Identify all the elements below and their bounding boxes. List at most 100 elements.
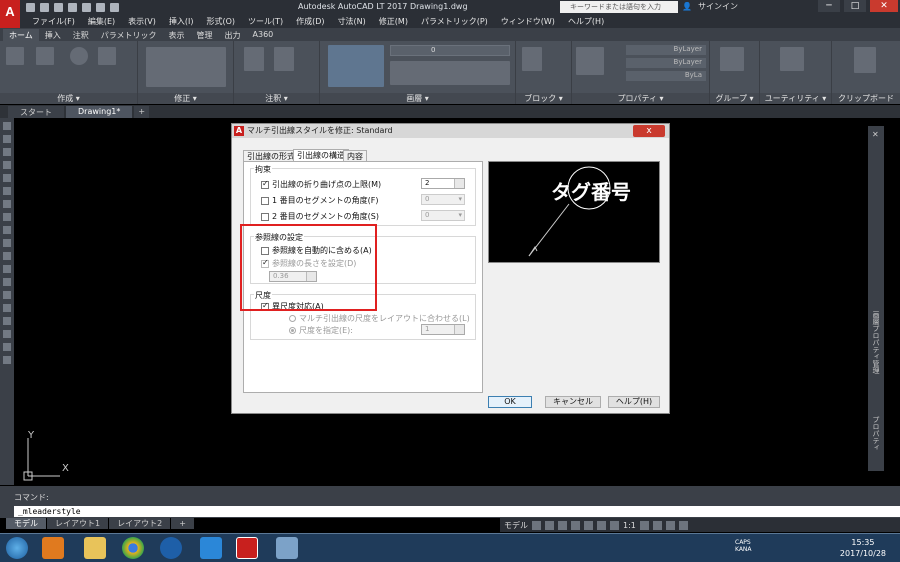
command-input[interactable]: _mleaderstyle xyxy=(14,506,900,517)
menu-help[interactable]: ヘルプ(H) xyxy=(568,16,604,27)
menu-insert[interactable]: 挿入(I) xyxy=(169,16,194,27)
lineweight-dropdown[interactable]: ByLa xyxy=(626,71,706,81)
gradient-icon[interactable] xyxy=(3,291,11,299)
lineweight-icon[interactable] xyxy=(597,520,606,530)
table-icon[interactable] xyxy=(3,317,11,325)
save-as-icon[interactable] xyxy=(68,2,77,12)
text-icon[interactable] xyxy=(3,343,11,351)
polyline-icon[interactable] xyxy=(36,47,54,65)
tab-start[interactable]: スタート xyxy=(8,106,64,118)
maximize-button[interactable]: □ xyxy=(844,0,866,12)
layer-properties-palette-label[interactable]: 画層プロパティ管理 xyxy=(871,311,881,374)
tab-view[interactable]: 表示 xyxy=(163,29,191,41)
draw-polyline-icon[interactable] xyxy=(3,148,11,156)
max-points-checkbox[interactable] xyxy=(261,179,269,189)
draw-xline-icon[interactable] xyxy=(3,135,11,143)
panel-utilities-label[interactable]: ユーティリティ ▾ xyxy=(760,93,831,104)
menu-dimension[interactable]: 寸法(N) xyxy=(338,16,366,27)
draw-cloud-icon[interactable] xyxy=(3,213,11,221)
draw-spline-icon[interactable] xyxy=(3,226,11,234)
panel-draw-label[interactable]: 作成 ▾ xyxy=(0,93,137,104)
menu-tools[interactable]: ツール(T) xyxy=(248,16,283,27)
menu-modify[interactable]: 修正(M) xyxy=(379,16,408,27)
minimize-button[interactable]: ─ xyxy=(818,0,840,12)
annotation-scale[interactable]: 1:1 xyxy=(623,521,636,530)
first-angle-dropdown[interactable]: 0 xyxy=(421,194,465,205)
print-icon[interactable] xyxy=(82,2,91,12)
second-angle-checkbox[interactable] xyxy=(261,212,269,221)
app-logo[interactable]: A xyxy=(0,0,20,28)
second-angle-dropdown[interactable]: 0 xyxy=(421,210,465,221)
help-button[interactable]: ヘルプ(H) xyxy=(608,396,660,408)
arc-icon[interactable] xyxy=(98,47,116,65)
osnap-icon[interactable] xyxy=(584,520,593,530)
menu-parametric[interactable]: パラメトリック(P) xyxy=(421,16,488,27)
panel-properties-label[interactable]: プロパティ ▾ xyxy=(572,93,709,104)
measure-icon[interactable] xyxy=(780,47,804,71)
circle-icon[interactable] xyxy=(70,47,88,65)
undo-icon[interactable] xyxy=(96,2,105,12)
ok-button[interactable]: OK xyxy=(488,396,532,408)
draw-arc-icon[interactable] xyxy=(3,187,11,195)
paint-icon[interactable] xyxy=(276,537,298,559)
tab-annotate[interactable]: 注釈 xyxy=(67,29,95,41)
panel-group-label[interactable]: グループ ▾ xyxy=(710,93,759,104)
media-player-icon[interactable] xyxy=(42,537,64,559)
linetype-dropdown[interactable]: ByLayer xyxy=(626,58,706,68)
fullscreen-icon[interactable] xyxy=(665,520,675,530)
internet-explorer-icon[interactable] xyxy=(200,537,222,559)
new-tab-button[interactable]: + xyxy=(134,106,150,118)
layer-dropdown[interactable]: 0 xyxy=(390,45,510,56)
workspace-gear-icon[interactable] xyxy=(639,520,649,530)
search-input[interactable]: キーワードまたは語句を入力 xyxy=(560,1,678,13)
explorer-icon[interactable] xyxy=(84,537,106,559)
region-icon[interactable] xyxy=(3,304,11,312)
menu-view[interactable]: 表示(V) xyxy=(128,16,156,27)
add-layout-button[interactable]: + xyxy=(171,518,194,529)
color-dropdown[interactable]: ByLayer xyxy=(626,45,706,55)
annotation-visibility-icon[interactable] xyxy=(610,520,619,530)
signin[interactable]: 👤 サインイン xyxy=(682,1,738,12)
tab-parametric[interactable]: パラメトリック xyxy=(95,29,163,41)
scale-to-layout-radio[interactable] xyxy=(289,315,296,322)
tab-drawing1[interactable]: Drawing1* xyxy=(66,106,133,118)
snap-icon[interactable] xyxy=(545,520,554,530)
panel-layers-label[interactable]: 画層 ▾ xyxy=(320,93,515,104)
insert-block-icon[interactable] xyxy=(522,47,542,71)
system-clock[interactable]: 15:35 2017/10/28 xyxy=(840,537,886,559)
first-angle-checkbox[interactable] xyxy=(261,196,269,205)
thunderbird-icon[interactable] xyxy=(160,537,182,559)
polar-icon[interactable] xyxy=(571,520,580,530)
isolate-icon[interactable] xyxy=(652,520,662,530)
draw-circle-icon[interactable] xyxy=(3,200,11,208)
panel-annotation-label[interactable]: 注釈 ▾ xyxy=(234,93,319,104)
autocad-taskbar-icon[interactable] xyxy=(236,537,258,559)
tab-a360[interactable]: A360 xyxy=(247,29,280,41)
panel-clipboard-label[interactable]: クリップボード xyxy=(832,93,900,104)
line-icon[interactable] xyxy=(6,47,24,65)
menu-file[interactable]: ファイル(F) xyxy=(32,16,75,27)
grid-icon[interactable] xyxy=(532,520,541,530)
ime-status[interactable]: CAPS KANA xyxy=(735,539,752,553)
group-icon[interactable] xyxy=(720,47,744,71)
menu-window[interactable]: ウィンドウ(W) xyxy=(501,16,555,27)
tab-insert[interactable]: 挿入 xyxy=(39,29,67,41)
close-button[interactable]: ✕ xyxy=(870,0,898,12)
scale-spinner[interactable]: 1 xyxy=(421,324,465,335)
dimension-icon[interactable] xyxy=(274,47,294,71)
specify-scale-radio[interactable] xyxy=(289,327,296,334)
panel-block-label[interactable]: ブロック ▾ xyxy=(516,93,571,104)
text-icon[interactable] xyxy=(244,47,264,71)
dialog-close-button[interactable]: x xyxy=(633,125,665,137)
ortho-icon[interactable] xyxy=(558,520,567,530)
tab-manage[interactable]: 管理 xyxy=(191,29,219,41)
save-icon[interactable] xyxy=(54,2,63,12)
layer-tools-icon[interactable] xyxy=(390,61,510,85)
draw-line-icon[interactable] xyxy=(3,122,11,130)
tab-model[interactable]: モデル xyxy=(6,518,46,529)
hatch-icon[interactable] xyxy=(3,278,11,286)
palette-close-icon[interactable]: ✕ xyxy=(872,130,879,139)
match-properties-icon[interactable] xyxy=(576,47,604,75)
new-file-icon[interactable] xyxy=(26,2,35,12)
tab-layout2[interactable]: レイアウト2 xyxy=(109,518,171,529)
